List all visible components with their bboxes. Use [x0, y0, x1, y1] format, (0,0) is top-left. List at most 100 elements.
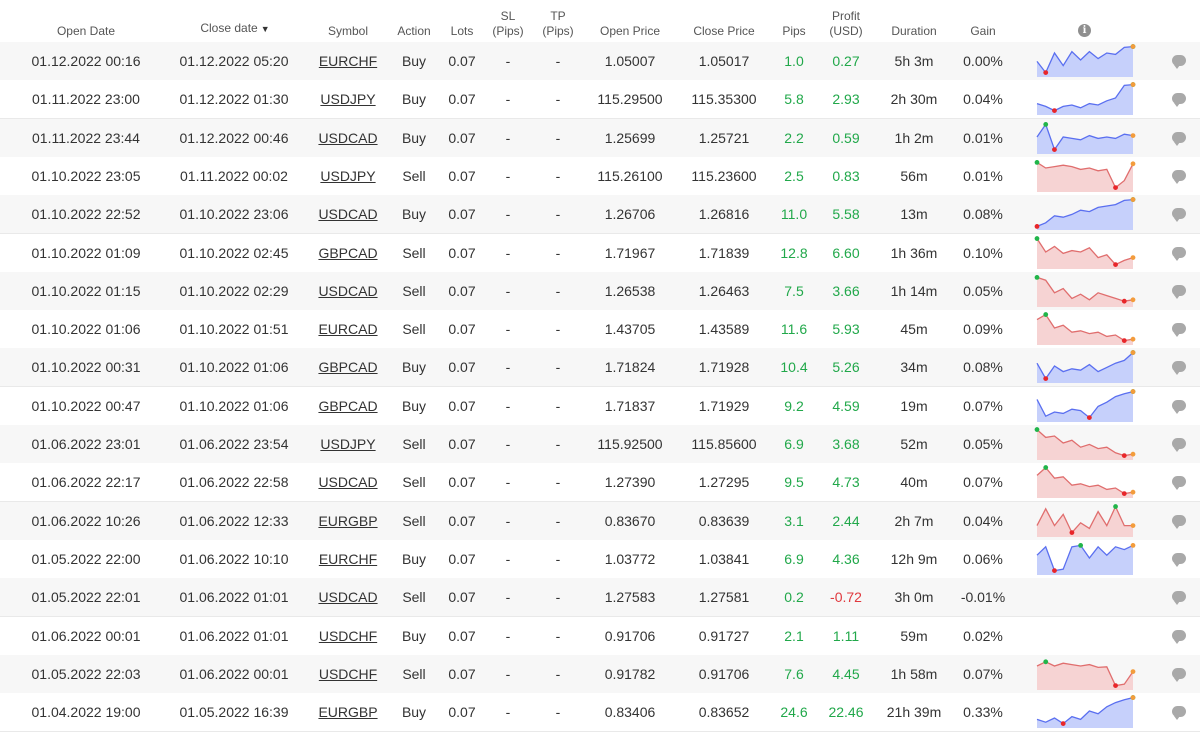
comment-icon[interactable] [1172, 630, 1186, 644]
trade-sparkline [1034, 275, 1136, 307]
symbol-link[interactable]: USDCHF [310, 617, 386, 655]
header-sl[interactable]: SL (Pips) [486, 9, 530, 39]
table-row[interactable]: 01.05.2022 22:01 01.06.2022 01:01 USDCAD Se… [0, 578, 1200, 617]
table-row[interactable]: 01.10.2022 00:31 01.10.2022 01:06 GBPCAD Bu… [0, 348, 1200, 387]
open-date-cell: 01.10.2022 23:05 [31, 168, 141, 184]
symbol-link-text[interactable]: GBPCAD [318, 359, 377, 375]
table-row[interactable]: 01.06.2022 10:26 01.06.2022 12:33 EURGBP Se… [0, 502, 1200, 541]
comment-icon[interactable] [1172, 93, 1186, 107]
symbol-link[interactable]: EURGBP [310, 502, 386, 540]
sparkline-end-marker [1130, 389, 1136, 394]
table-row[interactable]: 01.06.2022 22:17 01.06.2022 22:58 USDCAD Se… [0, 463, 1200, 502]
header-open-price[interactable]: Open Price [590, 24, 670, 39]
header-duration[interactable]: Duration [878, 24, 950, 39]
table-row[interactable]: 01.11.2022 23:00 01.12.2022 01:30 USDJPY Bu… [0, 80, 1200, 119]
sort-descending-icon[interactable]: ▼ [261, 24, 270, 34]
table-row[interactable]: 01.10.2022 01:06 01.10.2022 01:51 EURCAD Se… [0, 310, 1200, 349]
symbol-link-text[interactable]: USDJPY [320, 436, 375, 452]
sparkline-area [1037, 467, 1133, 498]
symbol-link-text[interactable]: EURGBP [318, 513, 377, 529]
table-row[interactable]: 01.06.2022 00:01 01.06.2022 01:01 USDCHF Bu… [0, 617, 1200, 656]
comment-icon[interactable] [1172, 323, 1186, 337]
table-row[interactable]: 01.10.2022 00:47 01.10.2022 01:06 GBPCAD Bu… [0, 387, 1200, 426]
header-gain[interactable]: Gain [955, 24, 1011, 39]
comment-icon[interactable] [1172, 400, 1186, 414]
comment-icon[interactable] [1172, 515, 1186, 529]
table-row[interactable]: 01.04.2022 19:00 01.05.2022 16:39 EURGBP Bu… [0, 693, 1200, 732]
symbol-link[interactable]: GBPCAD [310, 234, 386, 272]
comment-icon[interactable] [1172, 591, 1186, 605]
comment-icon[interactable] [1172, 438, 1186, 452]
symbol-link[interactable]: USDCAD [310, 272, 386, 310]
symbol-link[interactable]: GBPCAD [310, 387, 386, 425]
comment-icon[interactable] [1172, 476, 1186, 490]
symbol-link-text[interactable]: USDCHF [319, 666, 377, 682]
comment-icon[interactable] [1172, 55, 1186, 69]
gain-cell: 0.01% [963, 130, 1003, 146]
symbol-link-text[interactable]: USDJPY [320, 168, 375, 184]
symbol-link-text[interactable]: GBPCAD [318, 245, 377, 261]
comment-icon[interactable] [1172, 706, 1186, 720]
table-row[interactable]: 01.05.2022 22:00 01.06.2022 10:10 EURCHF Bu… [0, 540, 1200, 579]
header-symbol[interactable]: Symbol [318, 24, 378, 39]
comment-icon[interactable] [1172, 553, 1186, 567]
symbol-link[interactable]: USDCAD [310, 578, 386, 616]
symbol-link[interactable]: EURCHF [310, 540, 386, 578]
symbol-link-text[interactable]: USDJPY [320, 91, 375, 107]
symbol-link[interactable]: USDCAD [310, 119, 386, 157]
header-close-date[interactable]: Close date ▼ [185, 21, 285, 37]
comment-icon[interactable] [1172, 132, 1186, 146]
header-tp[interactable]: TP (Pips) [536, 9, 580, 39]
header-close-price[interactable]: Close Price [682, 24, 766, 39]
sparkline-end-marker [1130, 82, 1136, 87]
symbol-link-text[interactable]: USDCAD [318, 474, 377, 490]
header-action[interactable]: Action [390, 24, 438, 39]
table-row[interactable]: 01.11.2022 23:44 01.12.2022 00:46 USDCAD Bu… [0, 119, 1200, 158]
header-pips[interactable]: Pips [772, 24, 816, 39]
comment-icon[interactable] [1172, 208, 1186, 222]
table-row[interactable]: 01.10.2022 01:09 01.10.2022 02:45 GBPCAD Se… [0, 234, 1200, 273]
sl-cell: - [505, 398, 511, 414]
table-row[interactable]: 01.12.2022 00:16 01.12.2022 05:20 EURCHF Bu… [0, 42, 1200, 81]
table-row[interactable]: 01.10.2022 23:05 01.11.2022 00:02 USDJPY Se… [0, 157, 1200, 196]
symbol-link-text[interactable]: EURCAD [318, 321, 377, 337]
symbol-link[interactable]: USDJPY [310, 157, 386, 195]
symbol-link[interactable]: USDCAD [310, 195, 386, 233]
header-open-date[interactable]: Open Date [40, 24, 132, 39]
comment-icon[interactable] [1172, 361, 1186, 375]
gain-cell: 0.07% [963, 666, 1003, 682]
symbol-link[interactable]: USDCHF [310, 655, 386, 693]
table-row[interactable]: 01.10.2022 22:52 01.10.2022 23:06 USDCAD Bu… [0, 195, 1200, 234]
sparkline-min-marker [1060, 721, 1066, 726]
symbol-link[interactable]: USDJPY [310, 425, 386, 463]
symbol-link-text[interactable]: GBPCAD [318, 398, 377, 414]
comment-icon[interactable] [1172, 668, 1186, 682]
close-date-cell: 01.10.2022 23:06 [179, 206, 289, 222]
header-profit[interactable]: Profit (USD) [820, 9, 872, 39]
sparkline-max-marker [1043, 122, 1049, 127]
comment-icon[interactable] [1172, 170, 1186, 184]
table-row[interactable]: 01.05.2022 22:03 01.06.2022 00:01 USDCHF Se… [0, 655, 1200, 694]
symbol-link-text[interactable]: USDCHF [319, 628, 377, 644]
table-row[interactable]: 01.10.2022 01:15 01.10.2022 02:29 USDCAD Se… [0, 272, 1200, 311]
info-icon[interactable]: i [1078, 24, 1091, 37]
symbol-link[interactable]: EURGBP [310, 693, 386, 731]
symbol-link[interactable]: USDCAD [310, 463, 386, 501]
symbol-link-text[interactable]: USDCAD [318, 283, 377, 299]
header-lots[interactable]: Lots [441, 24, 483, 39]
symbol-link[interactable]: EURCHF [310, 42, 386, 80]
symbol-link[interactable]: GBPCAD [310, 348, 386, 386]
symbol-link-text[interactable]: EURGBP [318, 704, 377, 720]
open-price-cell: 1.71967 [604, 245, 656, 261]
comment-icon[interactable] [1172, 247, 1186, 261]
symbol-link-text[interactable]: USDCAD [318, 589, 377, 605]
symbol-link-text[interactable]: EURCHF [319, 551, 377, 567]
symbol-link-text[interactable]: USDCAD [318, 206, 377, 222]
symbol-link-text[interactable]: USDCAD [318, 130, 377, 146]
symbol-link-text[interactable]: EURCHF [319, 53, 377, 69]
sparkline-area [1037, 314, 1133, 345]
table-row[interactable]: 01.06.2022 23:01 01.06.2022 23:54 USDJPY Se… [0, 425, 1200, 464]
symbol-link[interactable]: USDJPY [310, 80, 386, 118]
symbol-link[interactable]: EURCAD [310, 310, 386, 348]
comment-icon[interactable] [1172, 285, 1186, 299]
